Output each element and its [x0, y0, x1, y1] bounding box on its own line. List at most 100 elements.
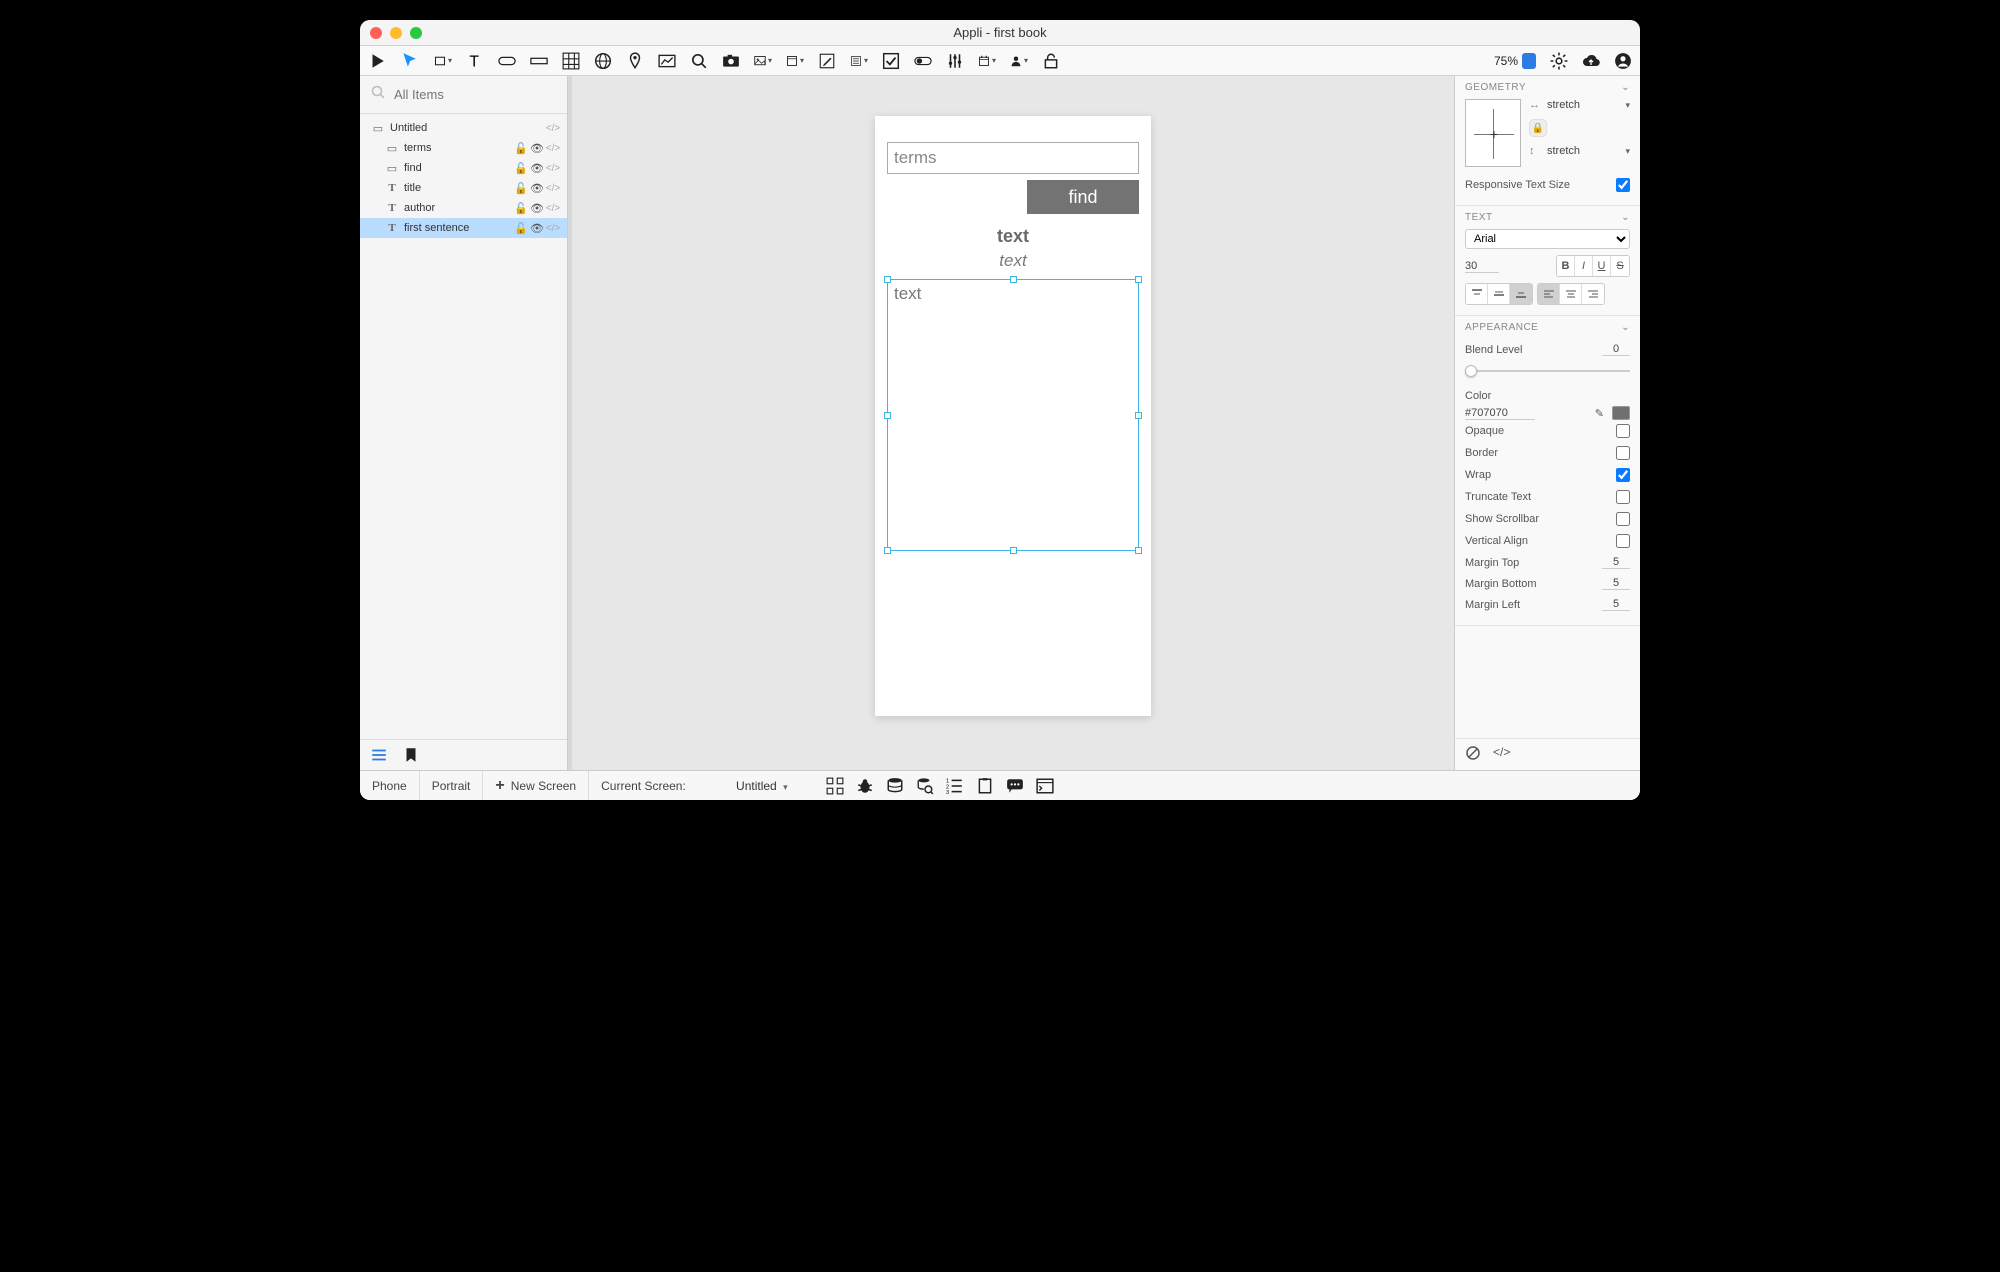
- valign-top-button[interactable]: [1466, 284, 1488, 304]
- blend-input[interactable]: [1602, 343, 1630, 356]
- user-icon[interactable]: ▾: [1010, 52, 1028, 70]
- label-tool-icon[interactable]: [530, 52, 548, 70]
- code-icon[interactable]: </>: [545, 163, 561, 174]
- color-swatch[interactable]: [1612, 406, 1630, 420]
- pill-tool-icon[interactable]: [498, 52, 516, 70]
- resize-handle[interactable]: [884, 412, 891, 419]
- font-select[interactable]: Arial: [1465, 229, 1630, 249]
- play-icon[interactable]: [368, 52, 386, 70]
- list-icon[interactable]: [370, 746, 388, 764]
- canvas-first-sentence-text[interactable]: text: [887, 279, 1139, 551]
- lock-icon[interactable]: 🔓: [513, 222, 529, 235]
- canvas-title-text[interactable]: text: [887, 226, 1139, 247]
- tree-item-title[interactable]: Ttitle🔓👁</>: [360, 178, 567, 198]
- image-tool-icon[interactable]: ▾: [754, 52, 772, 70]
- strike-button[interactable]: S: [1611, 256, 1629, 276]
- h-mode-select[interactable]: stretch: [1547, 99, 1616, 111]
- grid-icon[interactable]: [826, 777, 844, 795]
- code-icon[interactable]: </>: [545, 143, 561, 154]
- eye-icon[interactable]: 👁: [529, 202, 545, 215]
- italic-button[interactable]: I: [1575, 256, 1593, 276]
- tasks-icon[interactable]: 123: [946, 777, 964, 795]
- grid-tool-icon[interactable]: [562, 52, 580, 70]
- resize-handle[interactable]: [884, 276, 891, 283]
- tree-item-terms[interactable]: ▭terms🔓👁</>: [360, 138, 567, 158]
- device-select[interactable]: Phone: [360, 771, 420, 800]
- chevron-down-icon[interactable]: ⌄: [1621, 82, 1630, 93]
- truncate-checkbox[interactable]: [1616, 490, 1630, 504]
- toggle-icon[interactable]: [914, 52, 932, 70]
- blend-slider[interactable]: [1465, 364, 1630, 378]
- wrap-checkbox[interactable]: [1616, 468, 1630, 482]
- code-icon[interactable]: </>: [1493, 745, 1510, 764]
- resize-handle[interactable]: [1135, 276, 1142, 283]
- pointer-icon[interactable]: [400, 52, 418, 70]
- clipboard-icon[interactable]: [976, 777, 994, 795]
- bold-button[interactable]: B: [1557, 256, 1575, 276]
- underline-button[interactable]: U: [1593, 256, 1611, 276]
- eye-icon[interactable]: 👁: [529, 142, 545, 155]
- camera-icon[interactable]: [722, 52, 740, 70]
- rect-tool-icon[interactable]: ▾: [434, 52, 452, 70]
- text-tool-icon[interactable]: T: [466, 52, 484, 70]
- align-right-button[interactable]: [1582, 284, 1604, 304]
- tree-item-author[interactable]: Tauthor🔓👁</>: [360, 198, 567, 218]
- align-left-button[interactable]: [1538, 284, 1560, 304]
- lock-icon[interactable]: 🔓: [513, 202, 529, 215]
- form-tool-icon[interactable]: ▾: [786, 52, 804, 70]
- chart-icon[interactable]: [658, 52, 676, 70]
- tree-root[interactable]: ▭ Untitled </>: [360, 118, 567, 138]
- margin-left-input[interactable]: [1602, 598, 1630, 611]
- account-icon[interactable]: [1614, 52, 1632, 70]
- db-search-icon[interactable]: [916, 777, 934, 795]
- resize-handle[interactable]: [1135, 412, 1142, 419]
- pin-icon[interactable]: [626, 52, 644, 70]
- list-tool-icon[interactable]: ▾: [850, 52, 868, 70]
- resize-handle[interactable]: [1010, 276, 1017, 283]
- tree-item-first-sentence[interactable]: Tfirst sentence🔓👁</>: [360, 218, 567, 238]
- opaque-checkbox[interactable]: [1616, 424, 1630, 438]
- lock-icon[interactable]: 🔓: [513, 182, 529, 195]
- current-screen-select[interactable]: Untitled: [722, 779, 802, 793]
- layers-search-input[interactable]: [394, 87, 570, 102]
- database-icon[interactable]: [886, 777, 904, 795]
- scrollbar-checkbox[interactable]: [1616, 512, 1630, 526]
- eye-icon[interactable]: 👁: [529, 162, 545, 175]
- chevron-down-icon[interactable]: ⌄: [1621, 322, 1630, 333]
- terminal-icon[interactable]: [1036, 777, 1054, 795]
- canvas[interactable]: terms find text text text: [572, 76, 1454, 770]
- eyedropper-icon[interactable]: ✎: [1595, 407, 1604, 420]
- comment-icon[interactable]: [1006, 777, 1024, 795]
- color-input[interactable]: [1465, 407, 1535, 420]
- canvas-author-text[interactable]: text: [887, 251, 1139, 271]
- canvas-find-button[interactable]: find: [1027, 180, 1139, 214]
- resize-handle[interactable]: [1135, 547, 1142, 554]
- valign-mid-button[interactable]: [1488, 284, 1510, 304]
- resize-handle[interactable]: [884, 547, 891, 554]
- valign-checkbox[interactable]: [1616, 534, 1630, 548]
- margin-top-input[interactable]: [1602, 556, 1630, 569]
- eye-icon[interactable]: 👁: [529, 222, 545, 235]
- responsive-text-checkbox[interactable]: [1616, 178, 1630, 192]
- lock-icon[interactable]: [1042, 52, 1060, 70]
- zoom-stepper[interactable]: [1522, 53, 1536, 69]
- tree-item-find[interactable]: ▭find🔓👁</>: [360, 158, 567, 178]
- check-icon[interactable]: [882, 52, 900, 70]
- disable-icon[interactable]: [1465, 745, 1481, 764]
- sliders-icon[interactable]: [946, 52, 964, 70]
- code-icon[interactable]: </>: [545, 203, 561, 214]
- cloud-upload-icon[interactable]: [1582, 52, 1600, 70]
- v-mode-select[interactable]: stretch: [1547, 145, 1616, 157]
- anchor-grid[interactable]: +: [1465, 99, 1521, 167]
- globe-icon[interactable]: [594, 52, 612, 70]
- font-size-input[interactable]: [1465, 260, 1499, 273]
- gear-icon[interactable]: [1550, 52, 1568, 70]
- orientation-select[interactable]: Portrait: [420, 771, 484, 800]
- bug-icon[interactable]: [856, 777, 874, 795]
- lock-icon[interactable]: 🔓: [513, 162, 529, 175]
- new-screen-button[interactable]: +New Screen: [483, 771, 589, 800]
- code-icon[interactable]: </>: [545, 123, 561, 134]
- align-center-button[interactable]: [1560, 284, 1582, 304]
- calendar-icon[interactable]: ▾: [978, 52, 996, 70]
- chevron-down-icon[interactable]: ⌄: [1621, 212, 1630, 223]
